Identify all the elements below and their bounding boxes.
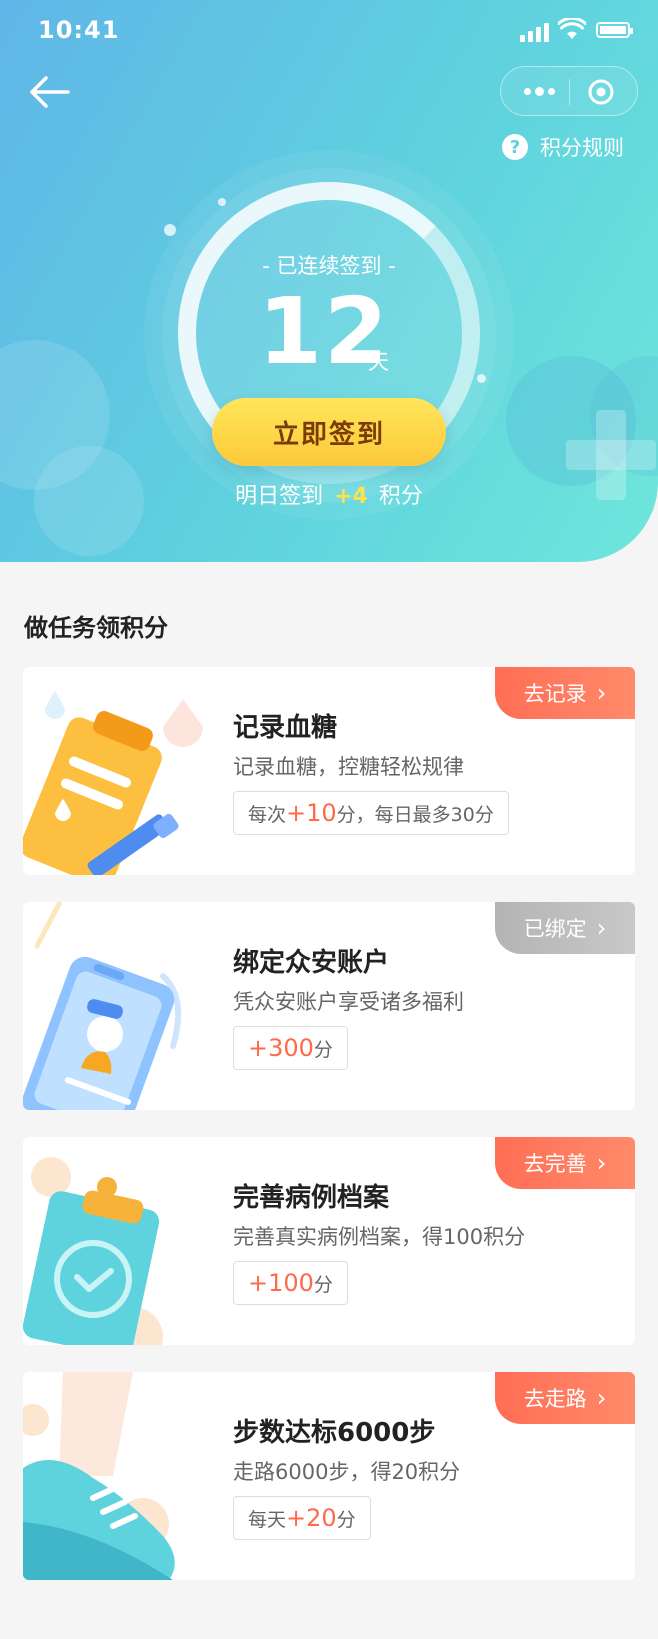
reward-suffix: 分 [313, 1038, 333, 1061]
reward-value: +10 [286, 799, 337, 827]
chevron-right-icon: › [596, 1149, 607, 1177]
task-card-steps: 步数达标6000步 走路6000步，得20积分 每天 +20 分 去走路 › [23, 1372, 635, 1580]
back-arrow-icon[interactable] [28, 72, 72, 112]
sparkle-dot [218, 198, 226, 206]
task-reward-tag: 每次 +10 分，每日最多30分 [233, 791, 509, 835]
wifi-icon [558, 18, 586, 39]
task-reward-tag: +300 分 [233, 1026, 348, 1070]
go-record-button[interactable]: 去记录 › [495, 667, 635, 719]
sneaker-icon [23, 1372, 175, 1580]
tomorrow-prefix: 明日签到 [235, 484, 324, 509]
battery-icon [596, 22, 633, 38]
checkin-button[interactable]: 立即签到 [212, 398, 446, 466]
action-label: 去走路 [523, 1387, 587, 1411]
more-dots-icon[interactable] [515, 67, 563, 115]
sparkle-dot [164, 224, 176, 236]
task-card-bind-account: 绑定众安账户 凭众安账户享受诸多福利 +300 分 已绑定 › [23, 902, 635, 1110]
task-desc: 记录血糖，控糖轻松规律 [233, 755, 464, 779]
task-desc: 凭众安账户享受诸多福利 [233, 990, 464, 1014]
bound-status-button[interactable]: 已绑定 › [495, 902, 635, 954]
task-title: 步数达标6000步 [233, 1418, 436, 1448]
action-label: 去记录 [523, 682, 587, 706]
reward-suffix: 分，每日最多30分 [336, 803, 494, 826]
capsule-divider [569, 79, 570, 105]
chevron-right-icon: › [596, 679, 607, 707]
task-card-medical-records: 完善病例档案 完善真实病例档案，得100积分 +100 分 去完善 › [23, 1137, 635, 1345]
reward-prefix: 每天 [248, 1508, 287, 1531]
clipboard-pen-icon [23, 691, 203, 875]
reward-value: +100 [248, 1269, 314, 1297]
task-desc: 完善真实病例档案，得100积分 [233, 1225, 526, 1249]
reward-value: +20 [286, 1504, 337, 1532]
sparkle-dot [477, 374, 486, 383]
task-card-record-glucose: 记录血糖 记录血糖，控糖轻松规律 每次 +10 分，每日最多30分 去记录 › [23, 667, 635, 875]
checkin-hero: 10:41 ? 积分规则 - 已连续签到 - 12 天 立即签到 明日签到 +4… [0, 0, 658, 562]
go-walk-button[interactable]: 去走路 › [495, 1372, 635, 1424]
task-reward-tag: 每天 +20 分 [233, 1496, 371, 1540]
reward-suffix: 分 [313, 1273, 333, 1296]
question-icon: ? [502, 134, 528, 160]
points-rules-label: 积分规则 [540, 136, 624, 160]
status-bar: 10:41 [0, 0, 658, 60]
clipboard-check-icon [23, 1157, 163, 1345]
signal-icon [520, 22, 550, 42]
task-desc: 走路6000步，得20积分 [233, 1460, 461, 1484]
chevron-right-icon: › [596, 1384, 607, 1412]
task-title: 绑定众安账户 [233, 948, 390, 978]
streak-label: - 已连续签到 - [262, 254, 396, 278]
tomorrow-points: +4 [334, 484, 368, 509]
mini-program-capsule [500, 66, 638, 116]
close-target-icon[interactable] [587, 78, 615, 106]
tomorrow-suffix: 积分 [378, 484, 423, 509]
reward-value: +300 [248, 1034, 314, 1062]
points-rules-link[interactable]: ? 积分规则 [502, 132, 624, 162]
action-label: 已绑定 [523, 917, 587, 941]
status-time: 10:41 [38, 16, 120, 44]
tomorrow-points-text: 明日签到 +4 积分 [0, 478, 658, 510]
task-title: 完善病例档案 [233, 1183, 390, 1213]
phone-account-icon [23, 902, 182, 1110]
reward-prefix: 每次 [248, 803, 287, 826]
go-complete-button[interactable]: 去完善 › [495, 1137, 635, 1189]
task-title: 记录血糖 [233, 713, 338, 743]
streak-unit: 天 [368, 350, 389, 374]
section-title: 做任务领积分 [24, 614, 168, 642]
action-label: 去完善 [523, 1152, 587, 1176]
task-reward-tag: +100 分 [233, 1261, 348, 1305]
reward-suffix: 分 [336, 1508, 356, 1531]
chevron-right-icon: › [596, 914, 607, 942]
